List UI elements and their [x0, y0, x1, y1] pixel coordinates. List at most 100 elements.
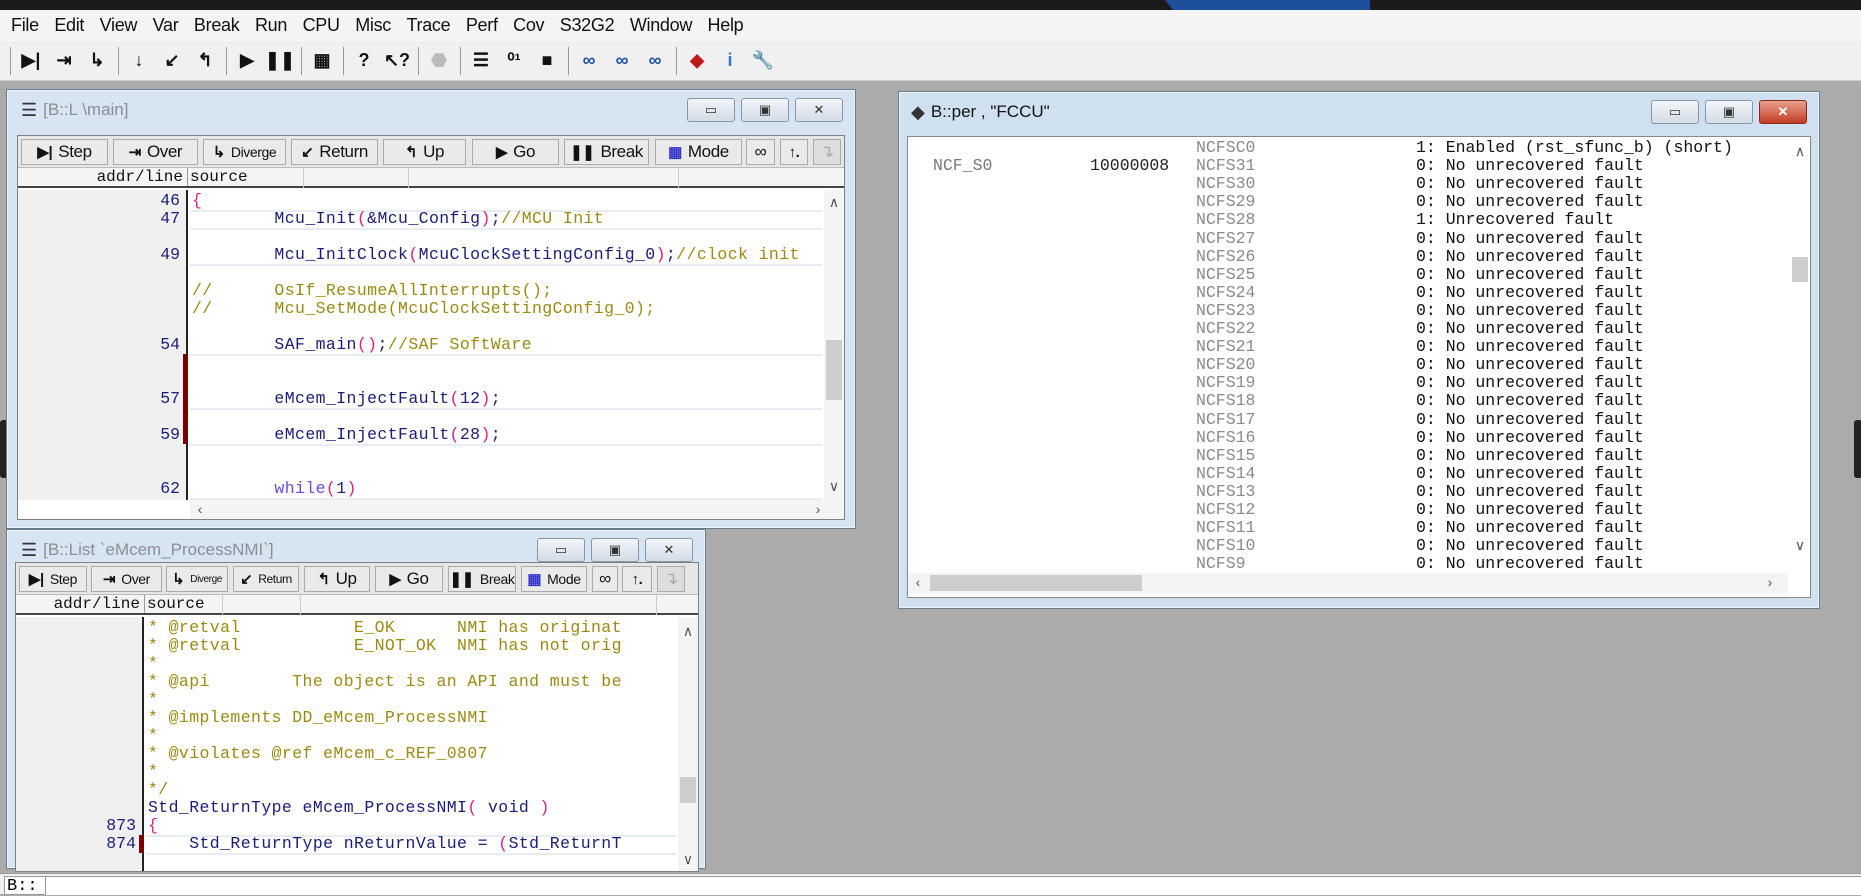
menu-help[interactable]: Help [708, 15, 744, 36]
field-value[interactable]: 0: No unrecovered fault [1416, 482, 1644, 501]
mode-button[interactable]: ▦ Mode [655, 139, 742, 165]
horizontal-scrollbar[interactable]: ‹ › [908, 573, 1788, 593]
watch-button[interactable]: ∞ [608, 47, 636, 75]
minimize-button[interactable]: ▭ [687, 98, 735, 122]
source-line[interactable] [192, 318, 824, 336]
source-line[interactable]: { [148, 817, 678, 835]
source-line[interactable]: * [148, 691, 678, 709]
close-button[interactable]: ✕ [795, 98, 843, 122]
step-button[interactable]: ▶| [17, 47, 45, 75]
source-line[interactable]: * [148, 763, 678, 781]
break-button[interactable]: ❚❚ Break [564, 139, 649, 165]
mode-button[interactable]: ▦ Mode [521, 566, 587, 592]
up-button[interactable]: ↰ Up [304, 566, 370, 592]
menu-misc[interactable]: Misc [355, 15, 391, 36]
field-value[interactable]: 0: No unrecovered fault [1416, 157, 1644, 175]
menu-window[interactable]: Window [630, 15, 693, 36]
breakpoint-marker[interactable] [183, 354, 188, 372]
scroll-thumb[interactable] [680, 777, 696, 803]
mode-button[interactable]: ▦ [308, 47, 336, 75]
minimize-button[interactable]: ▭ [537, 538, 585, 562]
source-line[interactable] [192, 462, 824, 480]
source-line[interactable]: * @implements DD_eMcem_ProcessNMI [148, 709, 678, 727]
step-button[interactable]: ▶| Step [19, 566, 87, 592]
field-value[interactable]: 0: No unrecovered fault [1416, 464, 1644, 483]
maximize-button[interactable]: ▣ [1705, 100, 1753, 124]
field-value[interactable]: 1: Unrecovered fault [1416, 211, 1614, 229]
scroll-thumb[interactable] [1792, 257, 1808, 282]
go-button[interactable]: ▶ Go [375, 566, 443, 592]
source-line[interactable] [192, 408, 824, 426]
watch-button[interactable]: ∞ [746, 139, 775, 165]
field-value[interactable]: 0: No unrecovered fault [1416, 247, 1644, 266]
source-line[interactable]: */ [148, 781, 678, 799]
scroll-up-icon[interactable]: ∧ [824, 194, 844, 211]
source-header[interactable]: source [187, 168, 248, 186]
source-line[interactable]: * [148, 727, 678, 745]
source-line[interactable]: SAF_main();//SAF SoftWare [192, 336, 824, 354]
menu-trace[interactable]: Trace [406, 15, 450, 36]
field-value[interactable]: 0: No unrecovered fault [1416, 428, 1644, 447]
menu-cpu[interactable]: CPU [303, 15, 340, 36]
scroll-down-icon[interactable]: ∨ [824, 478, 844, 495]
source-line[interactable]: while(1) [192, 480, 824, 498]
memory-dump-button[interactable]: ⁰¹ [500, 47, 528, 75]
chip-button[interactable]: ■ [533, 47, 561, 75]
field-value[interactable]: 1: Enabled (rst_sfunc_b) (short) [1416, 139, 1733, 157]
addr-line-header[interactable]: addr/line [18, 168, 183, 186]
source-line[interactable]: Mcu_Init(&Mcu_Config);//MCU Init [192, 210, 824, 228]
field-value[interactable]: 0: No unrecovered fault [1416, 446, 1644, 465]
over-button[interactable]: ⇥ Over [91, 566, 162, 592]
close-button[interactable]: ✕ [645, 538, 693, 562]
field-value[interactable]: 0: No unrecovered fault [1416, 519, 1644, 537]
field-value[interactable]: 0: No unrecovered fault [1416, 555, 1644, 573]
source-line[interactable]: // OsIf_ResumeAllInterrupts(); [192, 282, 824, 300]
command-input[interactable] [46, 876, 1861, 895]
source-line[interactable]: eMcem_InjectFault(28); [192, 426, 824, 444]
source-line[interactable] [192, 228, 824, 246]
source-line[interactable] [192, 372, 824, 390]
field-value[interactable]: 0: No unrecovered fault [1416, 283, 1644, 302]
wrench-button[interactable]: 🔧 [749, 47, 777, 75]
menu-cov[interactable]: Cov [513, 15, 544, 36]
up-frame-button[interactable]: ↑. [780, 139, 808, 165]
source-line[interactable] [192, 354, 824, 372]
up-frame-button[interactable]: ↑. [622, 566, 652, 592]
scroll-right-icon[interactable]: › [808, 501, 828, 517]
breakpoint-marker[interactable] [139, 835, 144, 853]
step-over-button[interactable]: ⇥ [50, 47, 78, 75]
maximize-button[interactable]: ▣ [591, 538, 639, 562]
stop-button[interactable]: ⬣ [425, 47, 453, 75]
break-button[interactable]: ❚❚ Break [448, 566, 516, 592]
break-button[interactable]: ❚❚ [265, 47, 295, 75]
field-value[interactable]: 0: No unrecovered fault [1416, 392, 1644, 410]
scroll-up-icon[interactable]: ∧ [1790, 143, 1810, 160]
step-down-button[interactable]: ↓ [125, 47, 153, 75]
over-button[interactable]: ⇥ Over [113, 139, 198, 165]
minimize-button[interactable]: ▭ [1651, 100, 1699, 124]
scroll-left-icon[interactable]: ‹ [190, 501, 210, 517]
diverge-button[interactable]: ↳ Diverge [203, 139, 286, 165]
up-button[interactable]: ↰ [191, 47, 219, 75]
scroll-down-icon[interactable]: ∨ [1790, 537, 1810, 554]
help-button[interactable]: ? [350, 47, 378, 75]
field-value[interactable]: 0: No unrecovered fault [1416, 175, 1644, 193]
menu-s32g2[interactable]: S32G2 [560, 15, 615, 36]
diverge-button[interactable]: ↳ Diverge [166, 566, 228, 592]
field-value[interactable]: 0: No unrecovered fault [1416, 193, 1644, 211]
menu-edit[interactable]: Edit [54, 15, 84, 36]
source-line[interactable]: Mcu_InitClock(McuClockSettingConfig_0);/… [192, 246, 824, 264]
breakpoint-marker[interactable] [183, 390, 188, 408]
horizontal-scrollbar[interactable]: ‹ › [190, 500, 844, 519]
source-line[interactable]: * @api The object is an API and must be [148, 673, 678, 691]
scroll-up-icon[interactable]: ∧ [678, 623, 698, 640]
field-value[interactable]: 0: No unrecovered fault [1416, 537, 1644, 555]
scroll-down-icon[interactable]: ∨ [678, 851, 698, 868]
source-line[interactable]: // Mcu_SetMode(McuClockSettingConfig_0); [192, 300, 824, 318]
menu-var[interactable]: Var [153, 15, 179, 36]
field-value[interactable]: 0: No unrecovered fault [1416, 501, 1644, 519]
field-value[interactable]: 0: No unrecovered fault [1416, 265, 1644, 284]
addr-line-header[interactable]: addr/line [16, 595, 140, 613]
source-line[interactable]: * @retval E_OK NMI has originat [148, 619, 678, 637]
up-button[interactable]: ↰ Up [383, 139, 466, 165]
